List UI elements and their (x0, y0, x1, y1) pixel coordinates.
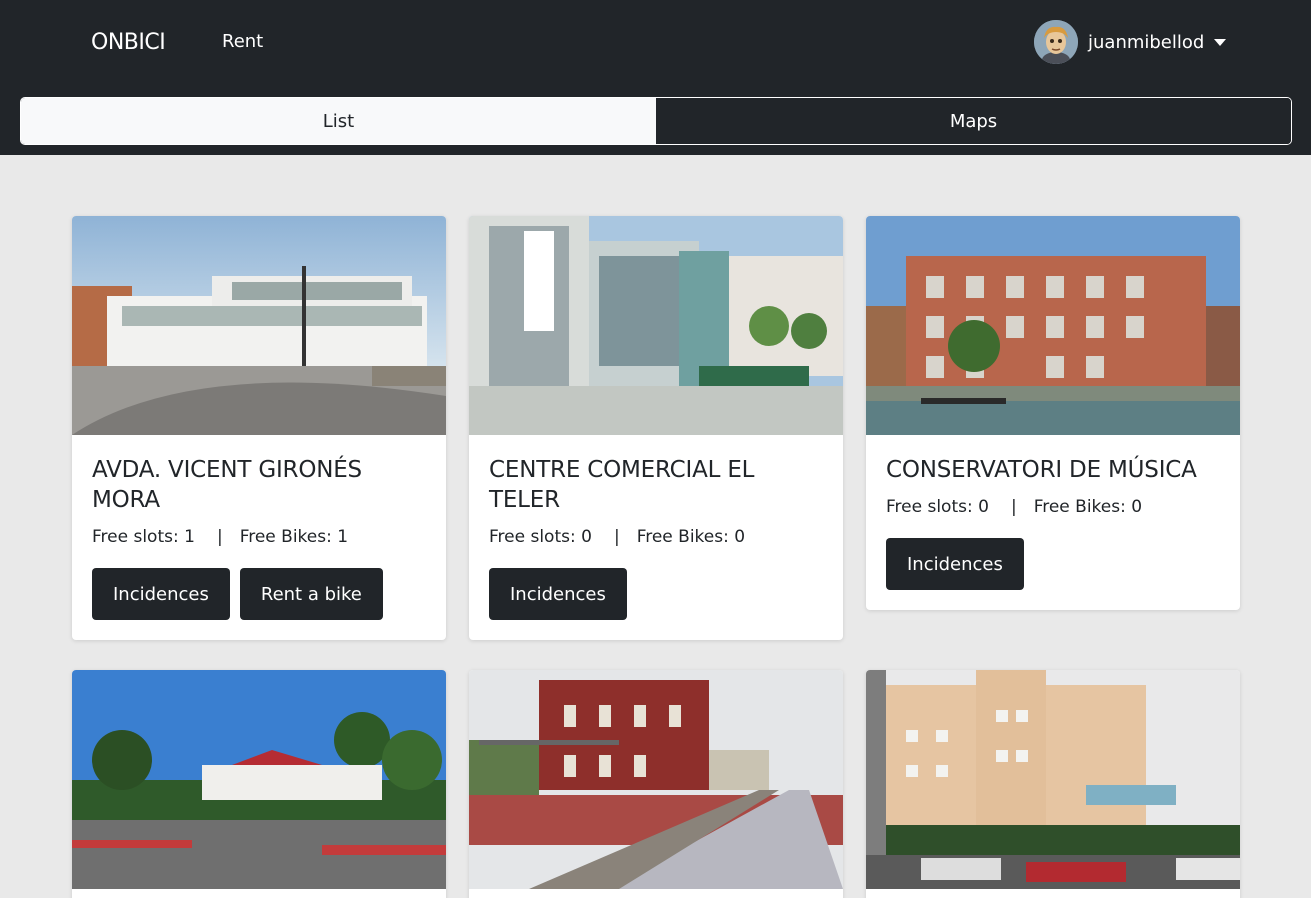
chevron-down-icon (1214, 39, 1227, 46)
station-availability: Free slots: 0 | Free Bikes: 0 (886, 497, 1220, 517)
free-slots-value: 0 (581, 527, 592, 547)
station-card: CENTRE COMERCIAL EL TELER Free slots: 0 … (469, 216, 843, 640)
station-card (866, 670, 1240, 898)
station-photo (469, 670, 843, 889)
free-slots-label: Free slots: (886, 497, 973, 517)
rent-bike-button[interactable]: Rent a bike (239, 568, 383, 620)
station-card (469, 670, 843, 898)
station-name: CENTRE COMERCIAL EL TELER (489, 457, 755, 513)
incidences-button[interactable]: Incidences (489, 568, 627, 620)
free-bikes-label: Free Bikes: (1033, 497, 1126, 517)
free-bikes-label: Free Bikes: (239, 527, 332, 547)
free-bikes-value: 1 (337, 527, 349, 547)
separator: | (216, 527, 223, 547)
free-bikes-label: Free Bikes: (636, 527, 729, 547)
user-name: juanmibellod (1088, 31, 1205, 53)
station-photo (866, 670, 1240, 889)
station-availability: Free slots: 0 | Free Bikes: 0 (489, 527, 823, 547)
separator: | (1010, 497, 1017, 517)
station-photo (72, 670, 446, 889)
station-card (72, 670, 446, 898)
free-slots-label: Free slots: (92, 527, 179, 547)
station-photo (469, 216, 843, 435)
separator: | (613, 527, 620, 547)
free-bikes-value: 0 (734, 527, 746, 547)
free-slots-label: Free slots: (489, 527, 576, 547)
free-bikes-value: 0 (1131, 497, 1143, 517)
incidences-button[interactable]: Incidences (92, 568, 230, 620)
free-slots-value: 1 (184, 527, 195, 547)
station-photo (866, 216, 1240, 435)
station-name: CONSERVATORI DE MÚSICA (886, 457, 1197, 483)
station-card: CONSERVATORI DE MÚSICA Free slots: 0 | F… (866, 216, 1240, 610)
station-card: AVDA. VICENT GIRONÉS MORA Free slots: 1 … (72, 216, 446, 640)
tab-list[interactable]: List (21, 98, 656, 144)
nav-link-rent[interactable]: Rent (222, 31, 263, 52)
incidences-button[interactable]: Incidences (886, 538, 1024, 590)
top-navbar: ONBICI Rent juanmibellod List Maps (0, 0, 1311, 155)
user-avatar-icon (1034, 20, 1078, 64)
station-name: AVDA. VICENT GIRONÉS MORA (92, 457, 362, 513)
station-photo (72, 216, 446, 435)
user-menu[interactable]: juanmibellod (1034, 20, 1227, 64)
tab-maps[interactable]: Maps (656, 98, 1291, 144)
free-slots-value: 0 (978, 497, 989, 517)
station-availability: Free slots: 1 | Free Bikes: 1 (92, 527, 426, 547)
brand-logo[interactable]: ONBICI (91, 30, 166, 55)
view-tabs: List Maps (20, 97, 1292, 145)
